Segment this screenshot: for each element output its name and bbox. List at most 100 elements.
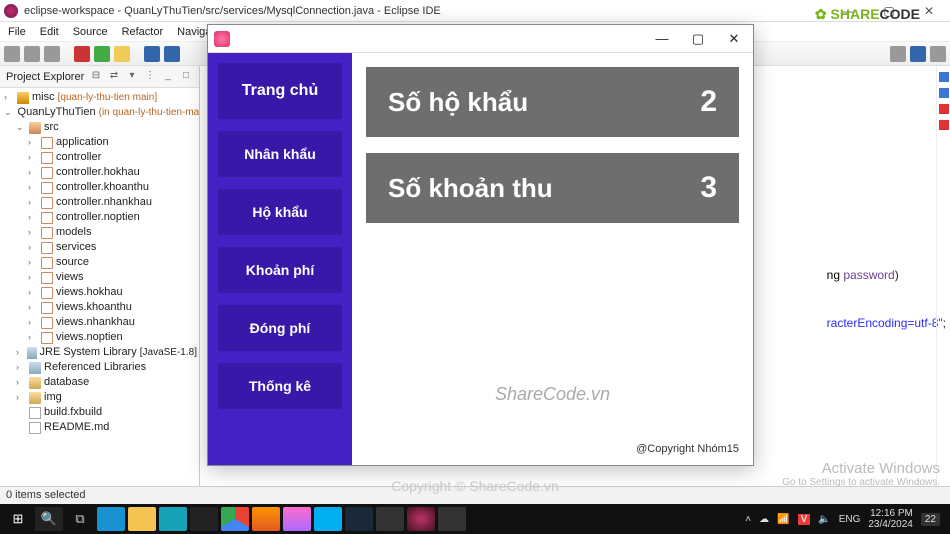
skype-icon[interactable] bbox=[314, 507, 342, 531]
tray-clock[interactable]: 12:16 PM 23/4/2024 bbox=[868, 508, 913, 530]
tree-node[interactable]: ›application bbox=[0, 135, 199, 150]
perspective-debug-icon[interactable] bbox=[930, 46, 946, 62]
filter-icon[interactable]: ▾ bbox=[125, 70, 139, 84]
stat-card: Số hộ khẩu2 bbox=[366, 67, 739, 137]
nav-0[interactable]: Trang chủ bbox=[218, 63, 342, 119]
menu-edit[interactable]: Edit bbox=[40, 26, 59, 38]
java-app-icon bbox=[214, 31, 230, 47]
tree-node[interactable]: ›controller.nhankhau bbox=[0, 195, 199, 210]
tree-node[interactable]: build.fxbuild bbox=[0, 405, 199, 420]
quick-access-icon[interactable] bbox=[890, 46, 906, 62]
app-icon[interactable] bbox=[159, 507, 187, 531]
activate-windows: Activate Windows Go to Settings to activ… bbox=[782, 460, 940, 488]
nav-2[interactable]: Hộ khẩu bbox=[218, 189, 342, 235]
app-main: Số hộ khẩu2Số khoản thu3 ShareCode.vn @C… bbox=[352, 53, 753, 465]
saveall-icon[interactable] bbox=[44, 46, 60, 62]
tray-cloud-icon[interactable]: ☁ bbox=[759, 514, 769, 525]
tree-node[interactable]: ›views bbox=[0, 270, 199, 285]
tree-node[interactable]: ›views.khoanthu bbox=[0, 300, 199, 315]
app-maximize-button[interactable]: ▢ bbox=[681, 28, 715, 50]
nav-1[interactable]: Nhân khẩu bbox=[218, 131, 342, 177]
tree-node[interactable]: ›views.nhankhau bbox=[0, 315, 199, 330]
tree-node[interactable]: ›img bbox=[0, 390, 199, 405]
tree-node[interactable]: ⌄src bbox=[0, 120, 199, 135]
tree-node[interactable]: ›source bbox=[0, 255, 199, 270]
app-close-button[interactable]: ✕ bbox=[717, 28, 751, 50]
firefox-icon[interactable] bbox=[252, 507, 280, 531]
coverage-icon[interactable] bbox=[114, 46, 130, 62]
error-marker-icon[interactable] bbox=[939, 120, 949, 130]
save-icon[interactable] bbox=[24, 46, 40, 62]
perspective-java-icon[interactable] bbox=[910, 46, 926, 62]
eclipse-titlebar: eclipse-workspace - QuanLyThuTien/src/se… bbox=[0, 0, 950, 22]
explorer-header: Project Explorer ⊟ ⇄ ▾ ⋮ _ □ bbox=[0, 66, 199, 88]
app-sidebar: Trang chủ Nhân khẩu Hộ khẩu Khoản phí Đóng p… bbox=[208, 53, 352, 465]
tree-node[interactable]: ›controller.khoanthu bbox=[0, 180, 199, 195]
stat-card: Số khoản thu3 bbox=[366, 153, 739, 223]
tray-volume-icon[interactable]: 🔈 bbox=[818, 514, 830, 525]
start-button[interactable]: ⊞ bbox=[4, 507, 32, 531]
chrome-icon[interactable] bbox=[221, 507, 249, 531]
menu-file[interactable]: File bbox=[8, 26, 26, 38]
java-app-window: — ▢ ✕ Trang chủ Nhân khẩu Hộ khẩu Khoản phí… bbox=[207, 24, 754, 466]
nav-3[interactable]: Khoản phí bbox=[218, 247, 342, 293]
explorer-title: Project Explorer bbox=[6, 71, 85, 83]
scenebuilder-icon[interactable] bbox=[438, 507, 466, 531]
overview-ruler bbox=[936, 66, 950, 486]
tree-node[interactable]: ›models bbox=[0, 225, 199, 240]
tray-lang[interactable]: ENG bbox=[839, 514, 861, 525]
tree-node[interactable]: ›controller bbox=[0, 150, 199, 165]
edge-icon[interactable] bbox=[97, 507, 125, 531]
explorer-icon[interactable] bbox=[128, 507, 156, 531]
tray-wifi-icon[interactable]: 📶 bbox=[777, 514, 789, 525]
unity-icon[interactable] bbox=[190, 507, 218, 531]
tree-node[interactable]: ›JRE System Library [JavaSE-1.8] bbox=[0, 345, 199, 360]
app-titlebar: — ▢ ✕ bbox=[208, 25, 753, 53]
nav-4[interactable]: Đóng phí bbox=[218, 305, 342, 351]
error-marker-icon[interactable] bbox=[939, 104, 949, 114]
copyright-watermark: Copyright © ShareCode.vn bbox=[391, 478, 559, 494]
marker-icon[interactable] bbox=[939, 72, 949, 82]
steam-icon[interactable] bbox=[345, 507, 373, 531]
tree-node[interactable]: ›database bbox=[0, 375, 199, 390]
new-icon[interactable] bbox=[4, 46, 20, 62]
open-type-icon[interactable] bbox=[144, 46, 160, 62]
tree-node[interactable]: ›Referenced Libraries bbox=[0, 360, 199, 375]
tree-node[interactable]: ›views.hokhau bbox=[0, 285, 199, 300]
vscode-icon[interactable] bbox=[376, 507, 404, 531]
marker-icon[interactable] bbox=[939, 88, 949, 98]
task-view-button[interactable]: ⧉ bbox=[66, 507, 94, 531]
system-tray[interactable]: ˄ ☁ 📶 V 🔈 ENG 12:16 PM 23/4/2024 22 bbox=[745, 508, 946, 530]
debug-icon[interactable] bbox=[74, 46, 90, 62]
nav-5[interactable]: Thống kê bbox=[218, 363, 342, 409]
maximize-view-icon[interactable]: □ bbox=[179, 70, 193, 84]
search-icon[interactable] bbox=[164, 46, 180, 62]
tree-node[interactable]: ›controller.hokhau bbox=[0, 165, 199, 180]
collapse-all-icon[interactable]: ⊟ bbox=[89, 70, 103, 84]
status-text: 0 items selected bbox=[6, 489, 85, 501]
minimize-view-icon[interactable]: _ bbox=[161, 70, 175, 84]
eclipse-taskbar-icon[interactable] bbox=[407, 507, 435, 531]
tray-notifications[interactable]: 22 bbox=[921, 513, 940, 526]
app-copyright: @Copyright Nhóm15 bbox=[636, 443, 739, 455]
tray-chevron-icon[interactable]: ˄ bbox=[745, 514, 751, 525]
taskbar: ⊞ 🔍 ⧉ ˄ ☁ 📶 V 🔈 ENG 12:16 PM 23/4/2024 2… bbox=[0, 504, 950, 534]
tree-node[interactable]: README.md bbox=[0, 420, 199, 435]
code-fragment: ng password) racterEncoding=utf-8"; bbox=[827, 266, 946, 332]
messenger-icon[interactable] bbox=[283, 507, 311, 531]
tree-node[interactable]: ›services bbox=[0, 240, 199, 255]
run-icon[interactable] bbox=[94, 46, 110, 62]
tree-node[interactable]: ›controller.noptien bbox=[0, 210, 199, 225]
app-minimize-button[interactable]: — bbox=[645, 28, 679, 50]
tree-node[interactable]: ›misc [quan-ly-thu-tien main] bbox=[0, 90, 199, 105]
menu-refactor[interactable]: Refactor bbox=[122, 26, 164, 38]
view-menu-icon[interactable]: ⋮ bbox=[143, 70, 157, 84]
eclipse-icon bbox=[4, 4, 18, 18]
search-button[interactable]: 🔍 bbox=[35, 507, 63, 531]
menu-source[interactable]: Source bbox=[73, 26, 108, 38]
tree-node[interactable]: ›views.noptien bbox=[0, 330, 199, 345]
tree-node[interactable]: ⌄QuanLyThuTien (in quan-ly-thu-tien-mast… bbox=[0, 105, 199, 120]
project-tree[interactable]: ›misc [quan-ly-thu-tien main]⌄QuanLyThuT… bbox=[0, 88, 199, 486]
tray-vivaldi-icon[interactable]: V bbox=[798, 514, 811, 525]
link-editor-icon[interactable]: ⇄ bbox=[107, 70, 121, 84]
